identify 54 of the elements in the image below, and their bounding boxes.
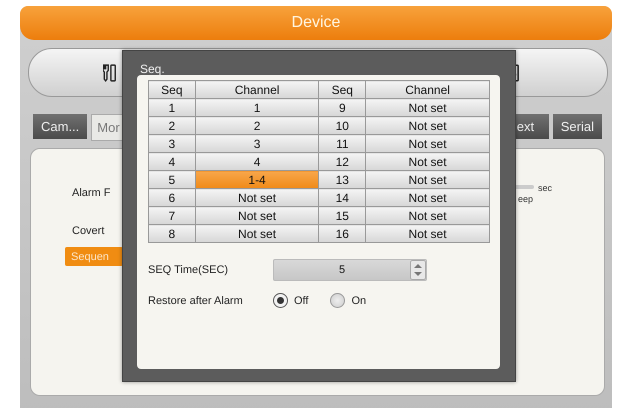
table-cell: 4: [148, 152, 196, 170]
column-header: Channel: [366, 80, 490, 98]
channel-cell[interactable]: Not set: [366, 170, 490, 188]
radio-button[interactable]: [273, 293, 288, 308]
field-label: SEQ Time(SEC): [148, 264, 230, 276]
channel-cell[interactable]: Not set: [195, 188, 319, 206]
channel-cell[interactable]: 1: [195, 98, 319, 116]
table-cell: 6: [148, 188, 196, 206]
table-cell: 10: [318, 116, 366, 134]
table-cell: 3: [148, 134, 196, 152]
channel-cell[interactable]: 4: [195, 152, 319, 170]
radio-label: On: [351, 294, 366, 306]
setting-label: Alarm F: [72, 187, 110, 199]
channel-cell[interactable]: Not set: [366, 116, 490, 134]
channel-cell[interactable]: Not set: [366, 206, 490, 224]
table-cell: 12: [318, 152, 366, 170]
dialog-title: Seq.: [139, 61, 166, 75]
channel-cell[interactable]: 2: [195, 116, 319, 134]
table-cell: 2: [148, 116, 196, 134]
table-cell: 8: [148, 224, 196, 242]
channel-cell[interactable]: 3: [195, 134, 319, 152]
table-cell: 11: [318, 134, 366, 152]
channel-cell[interactable]: Not set: [366, 224, 490, 242]
channel-cell[interactable]: Not set: [366, 134, 490, 152]
window-title: Device: [292, 14, 340, 32]
channel-cell[interactable]: 1-4: [195, 170, 319, 188]
table-cell: 7: [148, 206, 196, 224]
channel-cell[interactable]: Not set: [195, 206, 319, 224]
radio-button[interactable]: [330, 293, 346, 308]
tab[interactable]: Serial: [552, 114, 602, 139]
field-label: Restore after Alarm: [148, 294, 244, 306]
table-cell: 13: [318, 170, 366, 188]
setting-label: Covert: [72, 225, 104, 237]
column-header: Seq: [148, 80, 196, 98]
seq-time-spinbox[interactable]: 5: [273, 259, 427, 281]
channel-cell[interactable]: Not set: [366, 152, 490, 170]
table-cell: 9: [318, 98, 366, 116]
tools-icon[interactable]: [103, 62, 117, 82]
table-cell: 1: [148, 98, 196, 116]
unit-label: sec: [538, 183, 552, 193]
slider-caption: eep: [518, 194, 534, 204]
channel-cell[interactable]: Not set: [366, 98, 490, 116]
column-header: Seq: [318, 80, 366, 98]
channel-cell[interactable]: Not set: [366, 188, 490, 206]
table-cell: 5: [148, 170, 196, 188]
table-cell: 15: [318, 206, 366, 224]
table-cell: 16: [318, 224, 366, 242]
slider-track[interactable]: [514, 185, 534, 189]
spin-arrows-icon[interactable]: [410, 260, 426, 280]
column-header: Channel: [195, 80, 319, 98]
table-cell: 14: [318, 188, 366, 206]
channel-cell[interactable]: Not set: [195, 224, 319, 242]
tab[interactable]: Cam...: [33, 114, 88, 139]
radio-label: Off: [294, 294, 308, 306]
